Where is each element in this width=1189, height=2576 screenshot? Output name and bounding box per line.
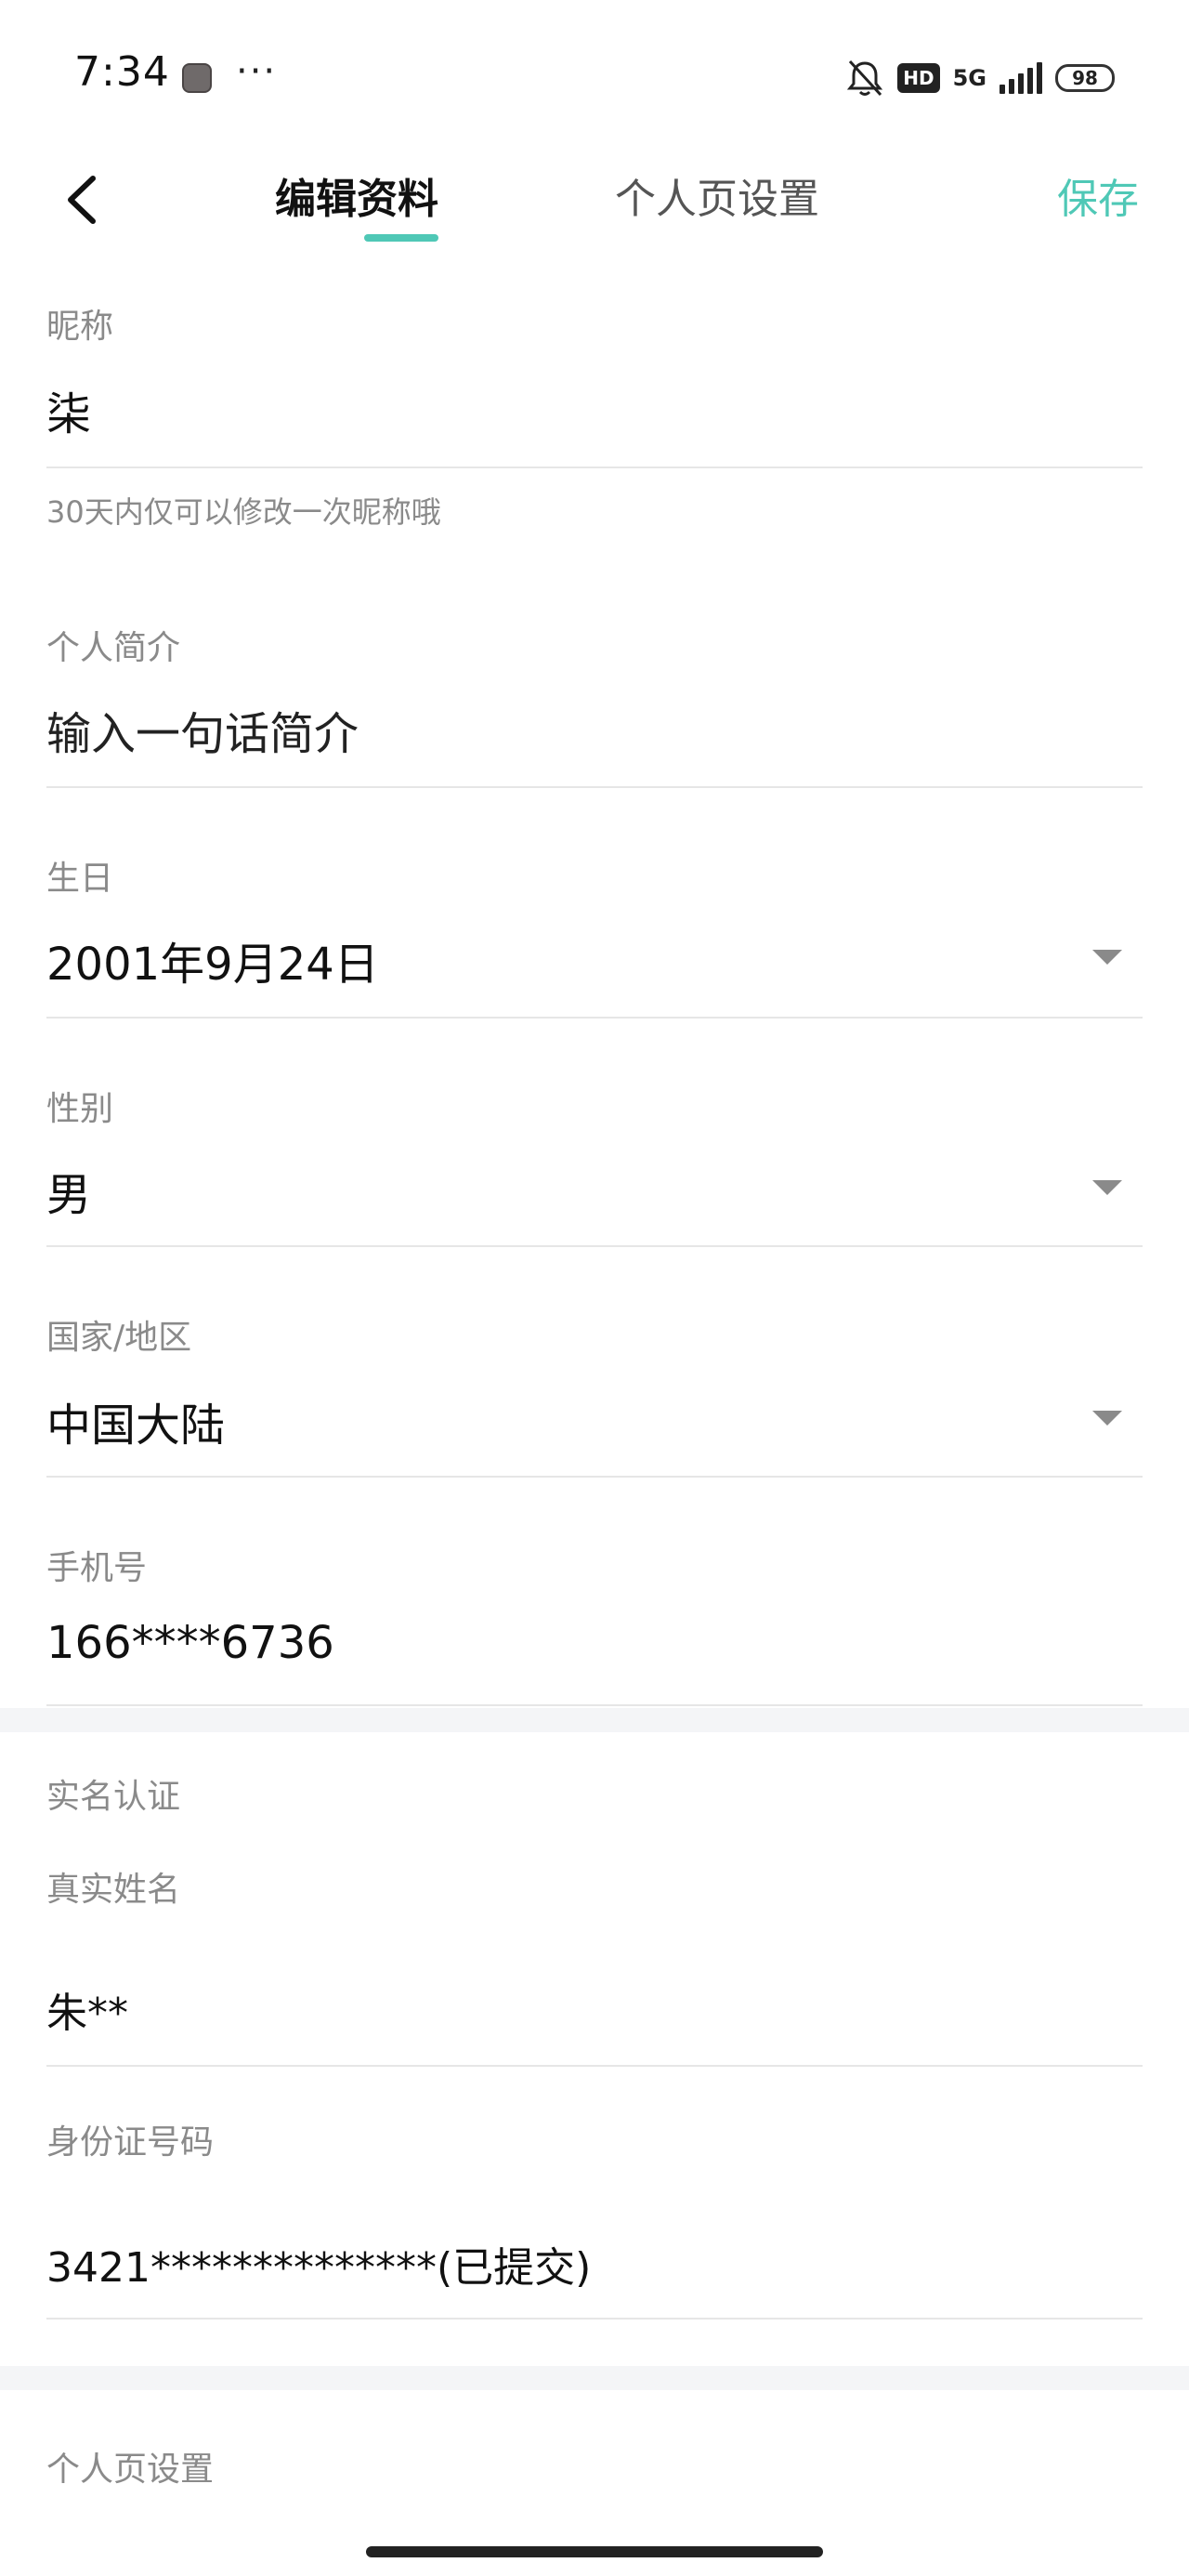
chevron-left-icon [68, 176, 96, 224]
real-name-value: 朱** [46, 1990, 128, 2037]
status-time: 7:34 [74, 48, 170, 96]
bell-muted-icon [847, 59, 883, 97]
bio-label: 个人简介 [46, 629, 181, 667]
region-select[interactable]: 中国大陆 [46, 1388, 1143, 1453]
save-button[interactable]: 保存 [1057, 167, 1139, 232]
real-name-label: 真实姓名 [46, 1871, 181, 1909]
birthday-select[interactable]: 2001年9月24日 [46, 927, 1143, 992]
phone-field[interactable]: 166****6736 [46, 1617, 1143, 1669]
hd-icon: HD [897, 63, 940, 93]
dropdown-arrow-icon [1092, 950, 1122, 965]
divider [46, 1017, 1143, 1019]
battery-icon: 98 [1055, 64, 1115, 92]
divider [46, 2318, 1143, 2320]
id-number-label: 身份证号码 [46, 2123, 215, 2162]
divider [46, 1704, 1143, 1706]
top-nav: 编辑资料 个人页设置 保存 [0, 139, 1189, 260]
tab-edit-profile[interactable]: 编辑资料 [275, 167, 438, 232]
divider [46, 1245, 1143, 1247]
region-label: 国家/地区 [46, 1319, 192, 1357]
birthday-label: 生日 [46, 860, 114, 898]
signal-5g-icon: 5G [952, 65, 986, 91]
divider [46, 2065, 1143, 2067]
real-name-section-title: 实名认证 [46, 1778, 181, 1816]
signal-strength-icon [1000, 62, 1042, 94]
section-separator [0, 1708, 1189, 1732]
divider [46, 786, 1143, 788]
status-icons: HD 5G 98 [845, 56, 1115, 100]
profile-settings-section-title: 个人页设置 [46, 2451, 215, 2489]
nickname-input[interactable]: 柒 [46, 377, 1143, 442]
gender-label: 性别 [46, 1090, 114, 1128]
dropdown-arrow-icon [1092, 1411, 1122, 1426]
tab-profile-page-settings[interactable]: 个人页设置 [615, 167, 819, 232]
more-notifications-icon: ··· [236, 50, 278, 93]
nickname-label: 昵称 [46, 308, 114, 346]
status-bar: 7:34 ··· HD 5G 98 [0, 0, 1189, 139]
bio-input[interactable]: 输入一句话简介 [46, 697, 1143, 762]
app-notification-icon [182, 63, 212, 93]
id-number-value: 3421**************(已提交) [46, 2244, 592, 2292]
active-tab-indicator [364, 234, 438, 242]
divider [46, 467, 1143, 468]
gender-select[interactable]: 男 [46, 1158, 1143, 1223]
divider [46, 1476, 1143, 1478]
back-button[interactable] [56, 167, 111, 232]
phone-label: 手机号 [46, 1549, 148, 1587]
dropdown-arrow-icon [1092, 1180, 1122, 1195]
nickname-hint: 30天内仅可以修改一次昵称哦 [46, 494, 441, 530]
home-indicator[interactable] [366, 2546, 823, 2557]
section-separator [0, 2366, 1189, 2390]
